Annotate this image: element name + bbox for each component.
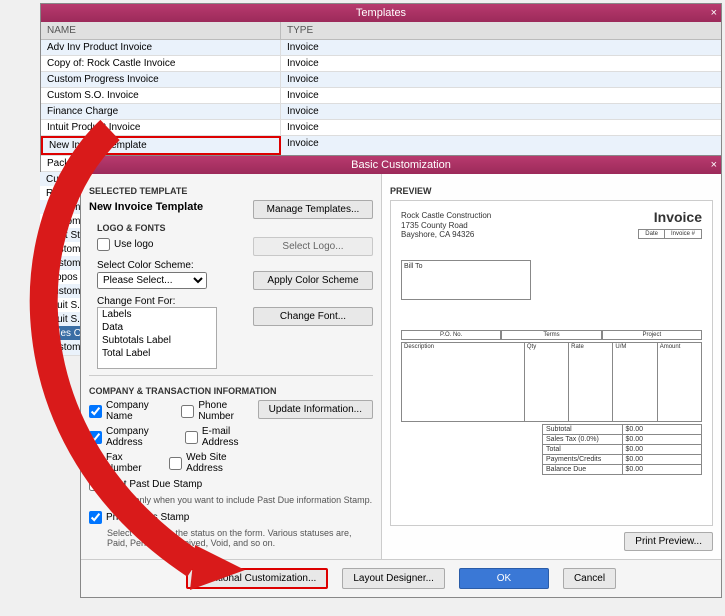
templates-window: Templates × NAME TYPE Adv Inv Product In… [40,3,722,173]
table-row[interactable]: Custom S.O. InvoiceInvoice [41,88,721,104]
col-header-name[interactable]: NAME [41,22,281,39]
list-item[interactable]: Labels [98,308,216,321]
color-scheme-label: Select Color Scheme: [97,260,373,271]
status-stamp-help: Select to include the status on the form… [107,528,373,548]
list-item[interactable]: Subtotals Label [98,334,216,347]
close-icon[interactable]: × [711,4,717,22]
dialog-right-pane: PREVIEW Invoice Rock Castle Construction… [381,174,721,559]
manage-templates-button[interactable]: Manage Templates... [253,200,373,219]
font-list[interactable]: Labels Data Subtotals Label Total Label [97,307,217,369]
selected-template-label: SELECTED TEMPLATE [89,186,373,196]
update-information-button[interactable]: Update Information... [258,400,373,419]
templates-titlebar: Templates × [41,4,721,22]
website-checkbox[interactable]: Web Site Address [169,452,249,474]
invoice-preview: Invoice Rock Castle Construction 1735 Co… [390,200,713,526]
use-logo-checkbox[interactable]: Use logo [97,238,153,251]
bill-to-box: Bill To [401,260,531,300]
dialog-left-pane: SELECTED TEMPLATE New Invoice Template M… [81,174,381,559]
change-font-label: Change Font For: [97,296,373,307]
change-font-button[interactable]: Change Font... [253,307,373,326]
past-due-help: Select only when you want to include Pas… [107,495,373,505]
table-row[interactable]: Adv Inv Product InvoiceInvoice [41,40,721,56]
logo-fonts-label: LOGO & FONTS [97,223,373,233]
list-item[interactable]: Data [98,321,216,334]
col-header-type[interactable]: TYPE [281,22,721,39]
close-icon[interactable]: × [711,156,717,174]
past-due-checkbox[interactable]: Print Past Due Stamp [89,478,373,491]
apply-color-scheme-button[interactable]: Apply Color Scheme [253,271,373,290]
fax-checkbox[interactable]: Fax Number [89,452,149,474]
company-info-label: COMPANY & TRANSACTION INFORMATION [89,386,373,396]
po-row: P.O. No. Terms Project [401,330,702,340]
select-logo-button[interactable]: Select Logo... [253,237,373,256]
selected-template-name: New Invoice Template [89,201,203,213]
cancel-button[interactable]: Cancel [563,568,616,589]
phone-checkbox[interactable]: Phone Number [181,400,249,422]
color-scheme-select[interactable]: Please Select... [97,272,207,289]
status-stamp-checkbox[interactable]: Print Status Stamp [89,511,373,524]
print-preview-button[interactable]: Print Preview... [624,532,713,551]
basic-customization-dialog: Basic Customization × SELECTED TEMPLATE … [80,155,722,598]
templates-title: Templates [356,7,406,19]
company-name-checkbox[interactable]: Company Name [89,400,161,422]
dialog-titlebar: Basic Customization × [81,156,721,174]
table-row[interactable]: Custom Progress InvoiceInvoice [41,72,721,88]
company-address-checkbox[interactable]: Company Address [89,426,165,448]
ok-button[interactable]: OK [459,568,549,589]
templates-column-headers: NAME TYPE [41,22,721,40]
dialog-title: Basic Customization [351,159,451,171]
additional-customization-button[interactable]: Additional Customization... [186,568,328,589]
table-row[interactable]: Copy of: Rock Castle InvoiceInvoice [41,56,721,72]
table-row[interactable]: Intuit Product InvoiceInvoice [41,120,721,136]
invoice-date-box: Date Invoice # [638,229,702,239]
list-item[interactable]: Total Label [98,347,216,360]
table-row-highlighted[interactable]: New Invoice TemplateInvoice [41,136,721,156]
dialog-button-bar: Additional Customization... Layout Desig… [81,559,721,597]
totals-block: Subtotal$0.00 Sales Tax (0.0%)$0.00 Tota… [542,424,702,475]
preview-label: PREVIEW [390,186,713,196]
email-checkbox[interactable]: E-mail Address [185,426,250,448]
items-table: Description Qty Rate U/M Amount [401,342,702,422]
templates-rows: Adv Inv Product InvoiceInvoice Copy of: … [41,40,721,172]
table-row[interactable]: Finance ChargeInvoice [41,104,721,120]
layout-designer-button[interactable]: Layout Designer... [342,568,445,589]
invoice-title: Invoice [654,209,702,225]
